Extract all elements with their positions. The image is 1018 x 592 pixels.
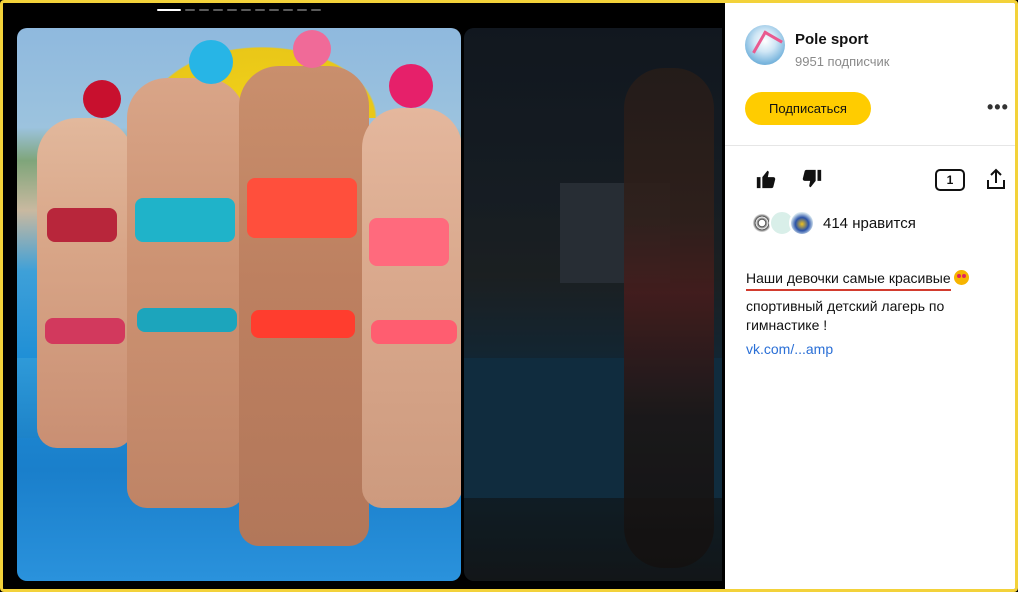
slide-indicator[interactable] [157, 9, 181, 11]
slide-indicator[interactable] [227, 9, 237, 11]
slide-progress [157, 9, 321, 11]
photo-swimsuit [369, 218, 449, 266]
slide-indicator[interactable] [283, 9, 293, 11]
photo-swimsuit [251, 310, 355, 338]
slide-indicator[interactable] [269, 9, 279, 11]
slide-indicator[interactable] [185, 9, 195, 11]
thumbs-up-icon[interactable] [753, 166, 779, 192]
photo-swimsuit [137, 308, 237, 332]
photo-swimsuit [45, 318, 125, 344]
photo-swimsuit [247, 178, 357, 238]
share-icon[interactable] [983, 166, 1009, 192]
photo-hair-flower [389, 64, 433, 108]
slide-indicator[interactable] [241, 9, 251, 11]
post-title: Наши девочки самые красивые [746, 269, 951, 291]
post-side-panel: Pole sport 9951 подписчик Подписаться ••… [725, 3, 1015, 589]
photo-hair-flower [293, 30, 331, 68]
photo-dim-overlay [464, 28, 722, 581]
subscriber-count: 9951 подписчик [795, 54, 890, 69]
channel-avatar[interactable] [745, 25, 785, 65]
photo-hair-flower [189, 40, 233, 84]
star-struck-emoji-icon [953, 270, 969, 285]
slide-indicator[interactable] [213, 9, 223, 11]
likes-summary[interactable]: 414 нравится [749, 208, 916, 238]
post-link[interactable]: vk.com/...amp [746, 341, 833, 357]
channel-name[interactable]: Pole sport [795, 31, 868, 48]
photo-person [127, 78, 245, 508]
comment-icon[interactable]: 1 [935, 169, 965, 191]
photo-person [239, 66, 369, 546]
more-options-icon[interactable]: ••• [987, 97, 1009, 118]
current-photo[interactable] [17, 28, 461, 581]
liker-avatar [789, 210, 815, 236]
photo-swimsuit [135, 198, 235, 242]
slide-indicator[interactable] [297, 9, 307, 11]
screen-frame: Pole sport 9951 подписчик Подписаться ••… [0, 0, 1018, 592]
photo-person [37, 118, 133, 448]
photo-swimsuit [371, 320, 457, 344]
next-photo[interactable] [464, 28, 722, 581]
photo-gallery[interactable] [3, 3, 725, 589]
photo-swimsuit [47, 208, 117, 242]
subscribe-button[interactable]: Подписаться [745, 92, 871, 125]
post-text: спортивный детский лагерь по гимнастике … [746, 298, 945, 333]
post-actions: 1 [725, 166, 1015, 196]
slide-indicator[interactable] [255, 9, 265, 11]
thumbs-down-icon[interactable] [799, 166, 825, 192]
post-description: Наши девочки самые красивые спортивный д… [746, 269, 996, 335]
slide-indicator[interactable] [311, 9, 321, 11]
slide-indicator[interactable] [199, 9, 209, 11]
likes-count: 414 нравится [823, 214, 916, 232]
channel-header: Pole sport 9951 подписчик Подписаться ••… [725, 3, 1015, 146]
photo-person [362, 108, 461, 508]
photo-hair-flower [83, 80, 121, 118]
